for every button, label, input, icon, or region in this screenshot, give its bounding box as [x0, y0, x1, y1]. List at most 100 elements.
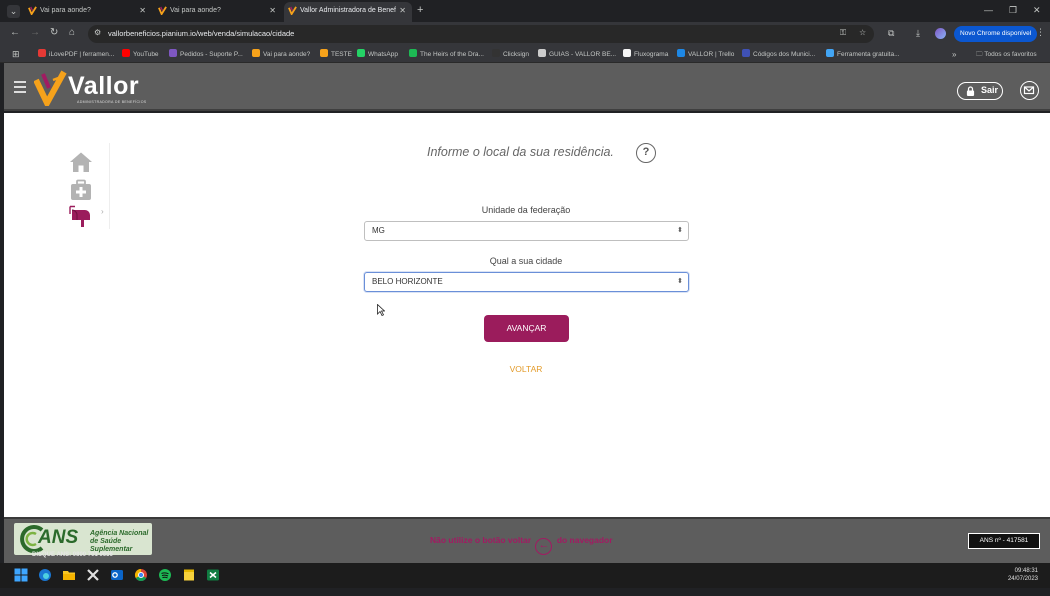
- all-bookmarks-folder[interactable]: 🗀 Todos os favoritos: [976, 49, 1037, 60]
- reload-icon[interactable]: ↻: [50, 27, 58, 39]
- download-icon[interactable]: ⤓: [916, 27, 920, 39]
- edge-browser-icon[interactable]: [38, 568, 52, 582]
- spotify-icon[interactable]: [158, 568, 172, 582]
- bookmark-item[interactable]: GUIAS - VALLOR BE...: [538, 49, 616, 60]
- advance-button[interactable]: AVANÇAR: [484, 315, 569, 342]
- bookmark-label: The Heirs of the Dra...: [420, 51, 484, 58]
- bookmark-label: Ferramenta gratuita...: [837, 51, 900, 58]
- home-step-icon[interactable]: [68, 151, 94, 173]
- chrome-icon[interactable]: [134, 568, 148, 582]
- tab-search-button[interactable]: ⌄: [7, 5, 20, 18]
- all-bookmarks-label: Todos os favoritos: [984, 51, 1037, 58]
- site-footer: ANS Agência Nacional de Saúde Suplementa…: [4, 517, 1050, 563]
- ans-brand: ANS: [38, 527, 79, 548]
- step-sidebar: [68, 143, 110, 229]
- uf-select[interactable]: MG ⬍: [364, 221, 689, 241]
- outlook-icon[interactable]: [110, 568, 124, 582]
- bookmark-item[interactable]: Códigos dos Munici...: [742, 49, 815, 60]
- url-text: vallorbeneficios.pianium.io/web/venda/si…: [108, 29, 295, 38]
- bookmark-label: Fluxograma: [634, 51, 669, 58]
- bookmark-favicon-icon: [742, 49, 750, 57]
- chrome-update-button[interactable]: Novo Chrome disponível: [954, 26, 1038, 42]
- bookmark-favicon-icon: [320, 49, 328, 57]
- back-link[interactable]: VOLTAR: [494, 364, 558, 374]
- warning-text-after: do navegador: [556, 535, 613, 545]
- hamburger-menu-icon[interactable]: [14, 81, 26, 96]
- bookmark-item[interactable]: iLovePDF | ferramen...: [38, 49, 114, 60]
- envelope-icon: [1023, 86, 1035, 95]
- bookmark-favicon-icon: [826, 49, 834, 57]
- ans-agency-name: Agência Nacional de Saúde Suplementar: [90, 530, 149, 553]
- bookmark-label: Clicksign: [503, 51, 530, 58]
- bookmark-label: Pedidos - Suporte P...: [180, 51, 243, 58]
- site-info-icon[interactable]: ⚙: [94, 28, 101, 37]
- browser-tab[interactable]: Vai para aonde? ✕: [24, 2, 152, 22]
- browser-toolbar: ← → ↻ ⌂ ⚙ vallorbeneficios.pianium.io/we…: [0, 22, 1050, 46]
- logout-button[interactable]: Sair: [957, 82, 1003, 100]
- close-window-icon[interactable]: ✕: [1033, 4, 1041, 16]
- vallor-favicon-icon: [288, 6, 297, 15]
- windows-taskbar: 09:48:31 24/07/2023: [0, 563, 1050, 588]
- capcut-icon[interactable]: [86, 568, 100, 582]
- excel-icon[interactable]: [206, 568, 220, 582]
- bookmark-favicon-icon: [38, 49, 46, 57]
- system-clock[interactable]: 09:48:31 24/07/2023: [994, 567, 1038, 583]
- bookmark-item[interactable]: The Heirs of the Dra...: [409, 49, 484, 60]
- clock-date: 24/07/2023: [1007, 576, 1038, 582]
- bookmark-label: VALLOR | Trello: [688, 51, 735, 58]
- restore-icon[interactable]: ❐: [1009, 4, 1017, 16]
- sticky-notes-icon[interactable]: [182, 568, 196, 582]
- medical-kit-step-icon[interactable]: [68, 179, 94, 201]
- profile-avatar[interactable]: [935, 28, 946, 39]
- bookmark-item[interactable]: VALLOR | Trello: [677, 49, 734, 60]
- browser-tab-active[interactable]: Vallor Administradora de Benef ✕: [284, 2, 412, 22]
- bookmark-item[interactable]: TESTE: [320, 49, 352, 60]
- bookmark-star-icon[interactable]: ☆: [859, 28, 866, 37]
- bookmark-item[interactable]: YouTube: [122, 49, 159, 60]
- close-tab-icon[interactable]: ✕: [269, 2, 276, 20]
- bookmark-item[interactable]: Fluxograma: [623, 49, 668, 60]
- city-label: Qual a sua cidade: [489, 256, 563, 266]
- file-explorer-icon[interactable]: [62, 568, 76, 582]
- back-arrow-icon[interactable]: ←: [10, 27, 20, 39]
- back-arrow-circle-icon: ←: [535, 538, 553, 555]
- extensions-puzzle-icon[interactable]: ⧉: [888, 27, 894, 39]
- close-tab-icon[interactable]: ✕: [399, 2, 406, 20]
- bookmark-item[interactable]: WhatsApp: [357, 49, 398, 60]
- site-header: Vallor ADMINISTRADORA DE BENEFÍCIOS Sair: [4, 63, 1050, 111]
- brand-name: Vallor: [68, 72, 140, 100]
- bookmark-item[interactable]: Pedidos - Suporte P...: [169, 49, 243, 60]
- bookmark-label: Vai para aonde?: [263, 51, 311, 58]
- chrome-menu-icon[interactable]: ⋮: [1036, 27, 1045, 38]
- tab-title: Vai para aonde?: [40, 7, 91, 14]
- bookmark-label: Códigos dos Munici...: [753, 51, 816, 58]
- browser-tab[interactable]: Vai para aonde? ✕: [154, 2, 282, 22]
- home-icon[interactable]: ⌂: [69, 27, 75, 39]
- apps-grid-icon[interactable]: ⊞: [12, 49, 20, 60]
- new-tab-plus-icon[interactable]: +: [417, 4, 423, 16]
- ans-logo[interactable]: ANS Agência Nacional de Saúde Suplementa…: [14, 523, 152, 555]
- city-select[interactable]: BELO HORIZONTE ⬍: [364, 272, 689, 292]
- bookmark-item[interactable]: Ferramenta gratuita...: [826, 49, 900, 60]
- address-bar[interactable]: ⚙ vallorbeneficios.pianium.io/web/venda/…: [88, 25, 874, 43]
- forward-arrow-icon[interactable]: →: [30, 27, 40, 39]
- bookmark-item[interactable]: Clicksign: [492, 49, 529, 60]
- vallor-favicon-icon: [28, 6, 37, 15]
- windows-start-icon[interactable]: [14, 568, 28, 582]
- vallor-logo[interactable]: Vallor ADMINISTRADORA DE BENEFÍCIOS: [34, 70, 154, 108]
- password-key-icon[interactable]: ⚿: [840, 28, 846, 38]
- bookmark-favicon-icon: [492, 49, 500, 57]
- more-bookmarks-icon[interactable]: »: [952, 49, 956, 60]
- lock-icon: [966, 85, 975, 96]
- tab-title: Vai para aonde?: [170, 7, 221, 14]
- close-tab-icon[interactable]: ✕: [139, 2, 146, 20]
- ans-registration-badge: ANS nº - 417581: [968, 533, 1040, 549]
- bookmark-label: YouTube: [133, 51, 159, 58]
- help-button[interactable]: ?: [636, 143, 656, 163]
- minimize-icon[interactable]: —: [984, 4, 993, 16]
- mail-button[interactable]: [1020, 81, 1039, 100]
- bookmark-item[interactable]: Vai para aonde?: [252, 49, 310, 60]
- mailbox-location-step-icon[interactable]: [68, 205, 94, 227]
- logout-label: Sair: [981, 85, 999, 95]
- chevron-right-icon[interactable]: ›: [101, 207, 104, 216]
